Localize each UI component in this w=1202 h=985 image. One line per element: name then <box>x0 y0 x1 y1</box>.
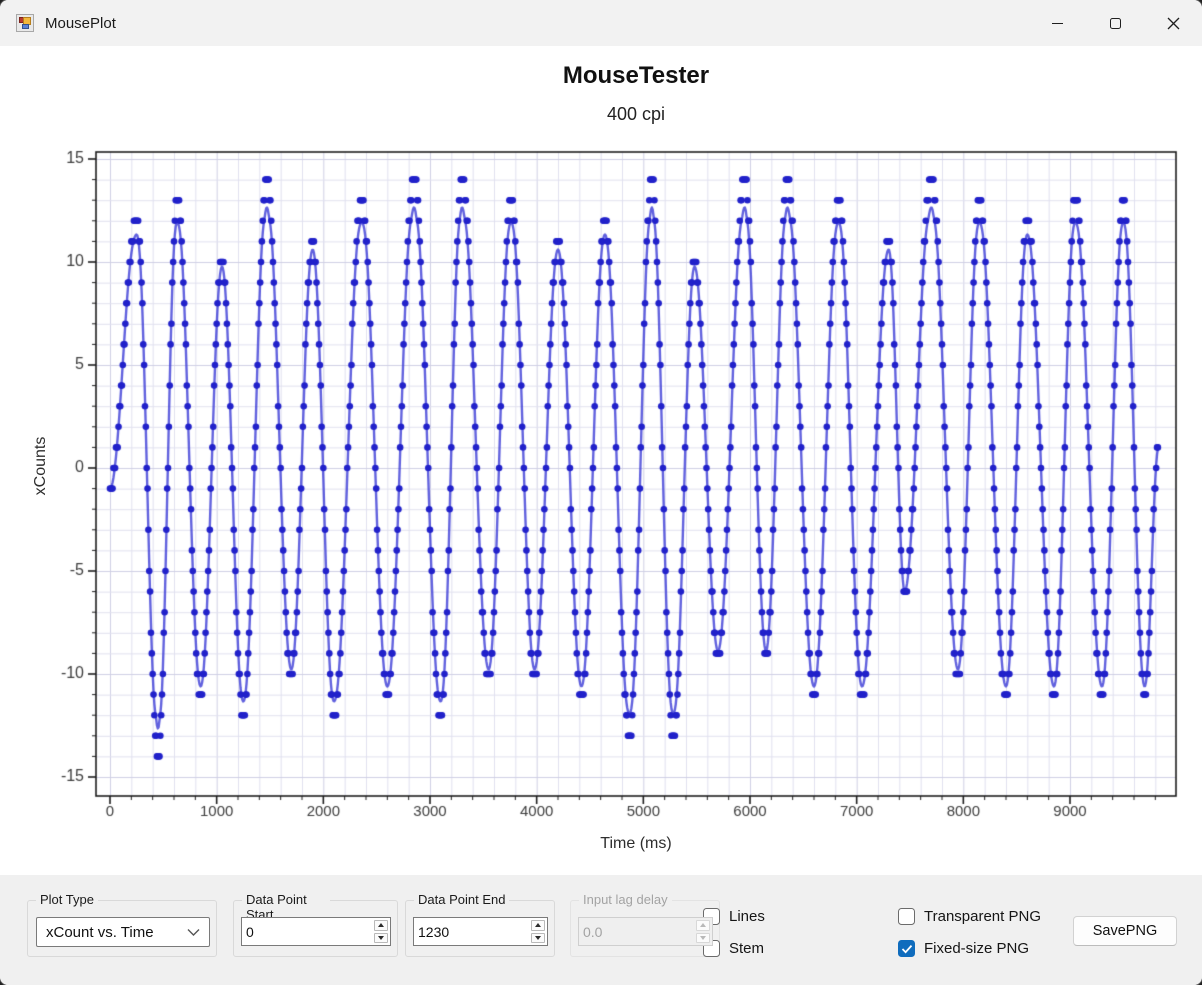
spin-down-icon <box>700 936 706 940</box>
data-point-start-input[interactable] <box>242 918 372 945</box>
chevron-down-icon <box>187 928 200 937</box>
plot-canvas <box>0 46 1202 875</box>
chart-area: MouseTester 400 cpi Time (ms) xCounts <box>0 46 1202 875</box>
spin-down-button <box>696 933 710 944</box>
fixed-size-png-checkbox[interactable] <box>898 940 915 957</box>
transparent-png-checkbox-row[interactable]: Transparent PNG <box>898 908 1041 925</box>
chart-title: MouseTester <box>96 62 1176 90</box>
data-point-end-spin <box>529 918 547 945</box>
data-point-start-group: Data Point Start <box>233 900 398 957</box>
app-icon <box>16 14 34 32</box>
transparent-png-checkbox-label: Transparent PNG <box>924 908 1041 925</box>
input-lag-delay-input <box>579 918 694 945</box>
plot-type-combobox[interactable]: xCount vs. Time <box>36 917 210 947</box>
lines-checkbox-label: Lines <box>729 908 765 925</box>
save-png-button[interactable]: SavePNG <box>1073 916 1177 946</box>
chart-subtitle: 400 cpi <box>96 104 1176 125</box>
close-icon <box>1167 17 1180 30</box>
maximize-button[interactable] <box>1086 0 1144 46</box>
spin-up-icon <box>700 923 706 927</box>
minimize-button[interactable] <box>1028 0 1086 46</box>
x-axis-title: Time (ms) <box>96 835 1176 853</box>
fixed-size-png-checkbox-label: Fixed-size PNG <box>924 940 1029 957</box>
spin-down-button[interactable] <box>374 933 388 944</box>
data-point-end-stepper <box>413 917 548 946</box>
close-button[interactable] <box>1144 0 1202 46</box>
stem-checkbox-label: Stem <box>729 940 764 957</box>
spin-down-icon <box>378 936 384 940</box>
spin-down-button[interactable] <box>531 933 545 944</box>
spin-down-icon <box>535 936 541 940</box>
plot-type-value: xCount vs. Time <box>46 924 187 941</box>
data-point-start-stepper <box>241 917 391 946</box>
spin-up-icon <box>378 923 384 927</box>
input-lag-delay-spin <box>694 918 712 945</box>
spin-up-button <box>696 920 710 931</box>
transparent-png-checkbox[interactable] <box>898 908 915 925</box>
window-title: MousePlot <box>45 15 116 32</box>
data-point-end-label: Data Point End <box>414 892 509 907</box>
y-axis-title: xCounts <box>32 411 50 521</box>
input-lag-delay-group: Input lag delay <box>570 900 720 957</box>
check-icon <box>901 944 913 954</box>
window-controls <box>1028 0 1202 46</box>
spin-up-icon <box>535 923 541 927</box>
maximize-icon <box>1110 18 1121 29</box>
minimize-icon <box>1052 23 1063 24</box>
control-panel: Plot Type xCount vs. Time Data Point Sta… <box>0 875 1202 985</box>
app-icon-blue-square <box>22 24 29 29</box>
spin-up-button[interactable] <box>531 920 545 931</box>
input-lag-delay-stepper <box>578 917 713 946</box>
data-point-start-spin <box>372 918 390 945</box>
data-point-end-group: Data Point End <box>405 900 555 957</box>
titlebar: MousePlot <box>0 0 1202 46</box>
mouseplot-window: MousePlot MouseTester 400 cpi Time (ms) … <box>0 0 1202 985</box>
input-lag-delay-label: Input lag delay <box>579 892 672 907</box>
fixed-size-png-checkbox-row[interactable]: Fixed-size PNG <box>898 940 1029 957</box>
spin-up-button[interactable] <box>374 920 388 931</box>
plot-type-group: Plot Type xCount vs. Time <box>27 900 217 957</box>
plot-type-label: Plot Type <box>36 892 98 907</box>
data-point-end-input[interactable] <box>414 918 529 945</box>
